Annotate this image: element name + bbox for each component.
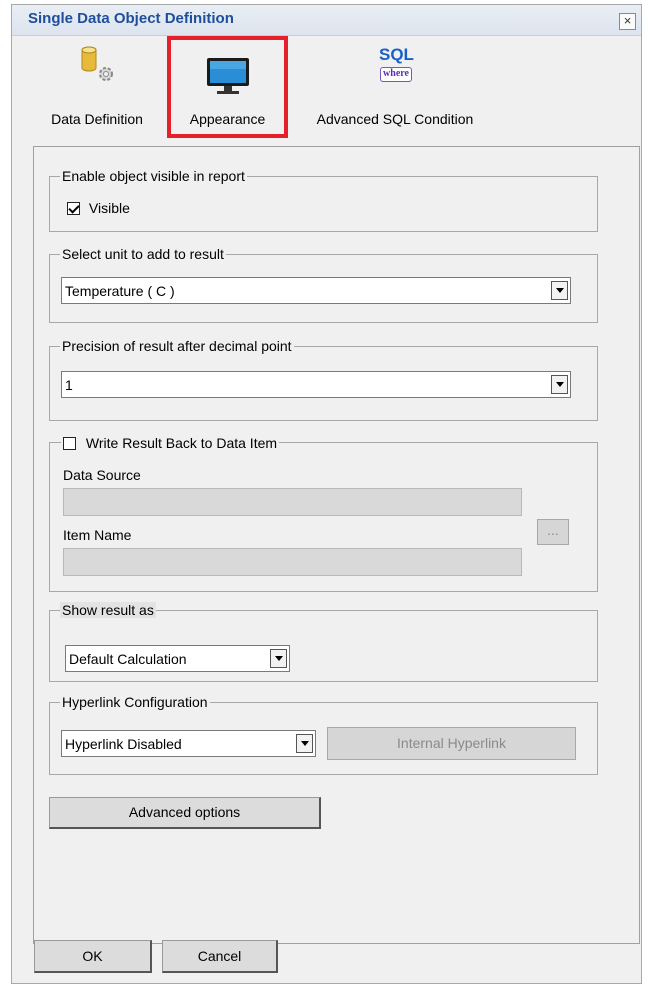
- data-source-field: [63, 488, 522, 516]
- tab-advanced-sql-condition[interactable]: SQL where Advanced SQL Condition: [295, 36, 495, 138]
- item-name-label: Item Name: [63, 527, 132, 543]
- write-back-checkbox[interactable]: [63, 436, 76, 450]
- group-legend: Show result as: [60, 602, 156, 618]
- group-legend: Enable object visible in report: [60, 168, 247, 184]
- precision-select[interactable]: 1: [61, 371, 571, 398]
- monitor-icon: [207, 58, 249, 94]
- browse-label: ...: [547, 522, 559, 538]
- tab-label: Advanced SQL Condition: [316, 111, 474, 127]
- where-icon-text: where: [380, 67, 412, 82]
- chevron-down-icon[interactable]: [296, 734, 313, 753]
- ok-label: OK: [82, 948, 103, 964]
- internal-hyperlink-label: Internal Hyperlink: [397, 735, 506, 751]
- precision-select-value: 1: [65, 377, 73, 393]
- internal-hyperlink-button[interactable]: Internal Hyperlink: [327, 727, 576, 760]
- chevron-down-icon[interactable]: [551, 281, 568, 300]
- sql-where-icon: SQL where: [379, 45, 414, 86]
- close-button[interactable]: ×: [619, 13, 636, 30]
- tab-data-definition[interactable]: Data Definition: [32, 36, 162, 138]
- advanced-options-label: Advanced options: [128, 804, 241, 820]
- write-back-label: Write Result Back to Data Item: [85, 435, 278, 452]
- cancel-button[interactable]: Cancel: [162, 940, 278, 973]
- close-icon: ×: [623, 13, 632, 28]
- ok-button[interactable]: OK: [34, 940, 152, 973]
- sql-icon-text: SQL: [379, 45, 414, 64]
- show-result-select[interactable]: Default Calculation: [65, 645, 290, 672]
- tab-appearance[interactable]: Appearance: [167, 36, 288, 138]
- advanced-options-button[interactable]: Advanced options: [49, 797, 321, 829]
- tab-label: Appearance: [189, 111, 266, 127]
- chevron-down-icon[interactable]: [551, 375, 568, 394]
- visible-label: Visible: [88, 200, 130, 217]
- visible-checkbox[interactable]: [67, 201, 80, 215]
- browse-button[interactable]: ...: [537, 519, 569, 545]
- group-legend: Precision of result after decimal point: [60, 338, 294, 354]
- title-bar: Single Data Object Definition ×: [12, 5, 641, 36]
- write-back-legend: Write Result Back to Data Item: [61, 434, 280, 452]
- unit-select-value: Temperature ( C ): [65, 283, 175, 299]
- chevron-down-icon[interactable]: [270, 649, 287, 668]
- item-name-field: [63, 548, 522, 576]
- data-source-label: Data Source: [63, 467, 141, 483]
- cancel-label: Cancel: [197, 948, 242, 964]
- database-gear-icon: [81, 46, 113, 81]
- dialog-window: Single Data Object Definition × Data Def…: [11, 4, 642, 984]
- group-legend: Select unit to add to result: [60, 246, 226, 262]
- show-result-select-value: Default Calculation: [69, 651, 187, 667]
- tab-toolbar: Data Definition Appearance SQL where Adv…: [12, 36, 641, 144]
- unit-select[interactable]: Temperature ( C ): [61, 277, 571, 304]
- tab-label: Data Definition: [51, 111, 143, 127]
- hyperlink-select[interactable]: Hyperlink Disabled: [61, 730, 316, 757]
- appearance-panel: Enable object visible in report Visible …: [33, 146, 640, 944]
- visibility-group: Enable object visible in report: [49, 168, 598, 232]
- group-legend: Hyperlink Configuration: [60, 694, 210, 710]
- dialog-title: Single Data Object Definition: [28, 10, 234, 27]
- visible-option[interactable]: Visible: [67, 199, 130, 216]
- hyperlink-select-value: Hyperlink Disabled: [65, 736, 182, 752]
